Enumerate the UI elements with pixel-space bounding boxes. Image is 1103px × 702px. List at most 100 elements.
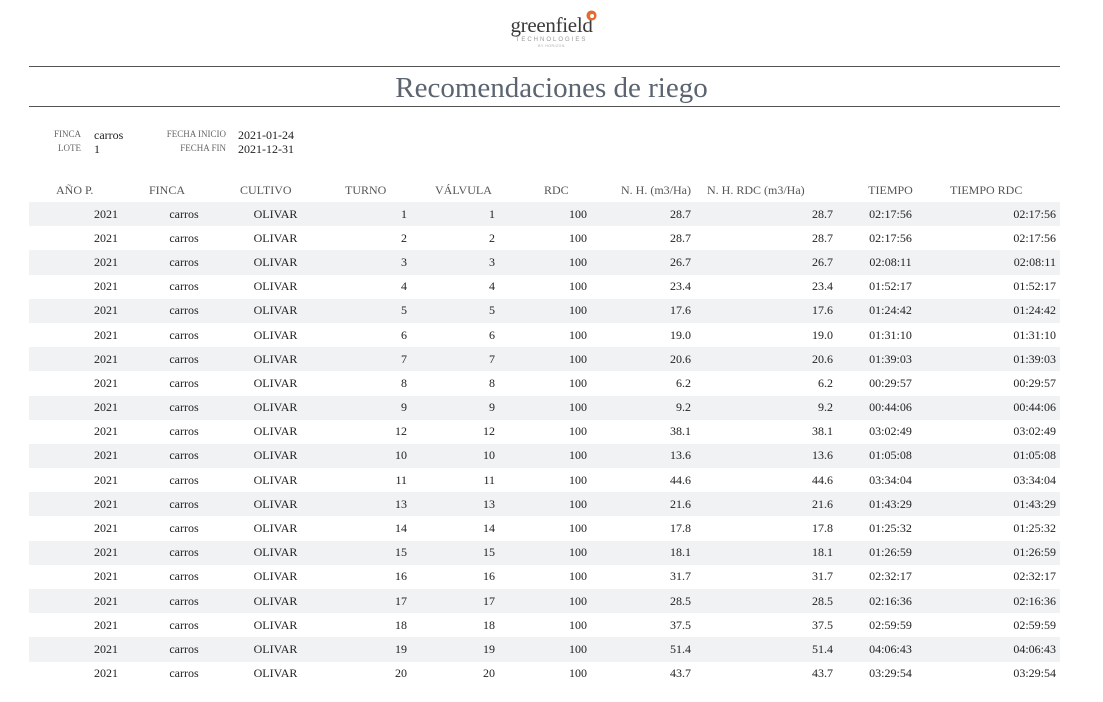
col-turno-cell: 15 bbox=[319, 540, 410, 565]
col-ano-cell: 2021 bbox=[29, 250, 121, 275]
col-tiempo-cell: 01:52:17 bbox=[869, 279, 912, 294]
col-valvula-cell: 8 bbox=[489, 375, 495, 390]
col-finca-cell: carros bbox=[169, 375, 199, 390]
col-finca-cell: carros bbox=[169, 472, 199, 487]
col-valvula-header: VÁLVULA bbox=[435, 182, 492, 197]
col-cultivo-cell: OLIVAR bbox=[253, 424, 298, 439]
col-finca-cell: carros bbox=[121, 202, 212, 227]
col-rdc-cell: 100 bbox=[515, 202, 599, 227]
col-tiempo-cell: 02:17:56 bbox=[843, 202, 938, 227]
table-row: 2021 carros OLIVAR 10 10 100 13.6 13.6 01:05:08 0… bbox=[29, 443, 1060, 469]
col-rdc-cell: 100 bbox=[515, 492, 599, 517]
logo-mark-icon bbox=[586, 10, 597, 21]
col-ano-cell: 2021 bbox=[94, 375, 118, 390]
table-row: 2021 carros OLIVAR 6 6 100 19.0 19.0 01:31:10 01:… bbox=[29, 323, 1060, 347]
table-row: 2021 carros OLIVAR 17 17 100 28.5 28.5 02:16:36 0… bbox=[29, 589, 1060, 614]
col-ano-cell: 2021 bbox=[29, 540, 121, 565]
col-valvula-cell: 17 bbox=[410, 589, 515, 614]
table-row: 2021 carros OLIVAR 18 18 100 37.5 37.5 02:59:59 0… bbox=[29, 613, 1060, 637]
col-tiempo-rdc-cell: 01:43:29 bbox=[938, 492, 1060, 517]
col-turno-cell: 10 bbox=[319, 443, 410, 469]
col-rdc-cell: 100 bbox=[515, 250, 599, 275]
col-nh-rdc-cell: 28.7 bbox=[812, 230, 833, 245]
col-tiempo-rdc-cell: 02:17:56 bbox=[1013, 230, 1056, 245]
col-rdc-cell: 100 bbox=[515, 540, 599, 565]
col-nh-rdc-cell: 26.7 bbox=[701, 250, 843, 275]
col-cultivo-cell: OLIVAR bbox=[212, 492, 319, 517]
col-rdc-cell: 100 bbox=[569, 424, 587, 439]
col-rdc-cell: 100 bbox=[515, 395, 599, 420]
header-bottom-divider bbox=[29, 106, 1060, 107]
col-ano-cell: 2021 bbox=[94, 279, 118, 294]
col-tiempo-rdc-header: TIEMPO RDC bbox=[950, 182, 1023, 197]
col-tiempo-rdc-cell: 03:29:54 bbox=[1013, 666, 1056, 681]
col-finca-cell: carros bbox=[169, 230, 199, 245]
col-nh-rdc-cell: 17.6 bbox=[701, 298, 843, 323]
col-tiempo-cell: 02:08:11 bbox=[843, 250, 938, 275]
col-rdc-cell: 100 bbox=[569, 375, 587, 390]
col-finca-cell: carros bbox=[169, 424, 199, 439]
col-finca-cell: carros bbox=[121, 540, 212, 565]
col-tiempo-rdc-cell: 02:32:17 bbox=[1013, 569, 1056, 584]
table-row: 2021 carros OLIVAR 8 8 100 6.2 6.2 00:29:57 00:29… bbox=[29, 371, 1060, 395]
col-cultivo-cell: OLIVAR bbox=[212, 202, 319, 227]
col-rdc-cell: 100 bbox=[569, 569, 587, 584]
col-valvula-cell: 19 bbox=[410, 637, 515, 662]
col-nh-cell: 44.6 bbox=[670, 472, 691, 487]
col-cultivo-cell: OLIVAR bbox=[253, 279, 298, 294]
table-row: 2021 carros OLIVAR 7 7 100 20.6 20.6 01:39:03 01:… bbox=[29, 347, 1060, 372]
col-finca-cell: carros bbox=[169, 569, 199, 584]
col-nh-cell: 31.7 bbox=[670, 569, 691, 584]
col-nh-cell: 20.6 bbox=[599, 347, 701, 372]
col-turno-cell: 19 bbox=[319, 637, 410, 662]
col-valvula-cell: 20 bbox=[483, 666, 495, 681]
col-valvula-cell: 1 bbox=[410, 202, 515, 227]
table-row: 2021 carros OLIVAR 2 2 100 28.7 28.7 02:17:56 02:… bbox=[29, 226, 1060, 250]
col-cultivo-cell: OLIVAR bbox=[212, 395, 319, 420]
col-turno-cell: 16 bbox=[395, 569, 407, 584]
col-nh-rdc-cell: 31.7 bbox=[812, 569, 833, 584]
col-ano-cell: 2021 bbox=[94, 666, 118, 681]
col-tiempo-rdc-cell: 03:02:49 bbox=[1013, 424, 1056, 439]
col-nh-cell: 21.6 bbox=[599, 492, 701, 517]
col-valvula-cell: 2 bbox=[489, 230, 495, 245]
col-ano-cell: 2021 bbox=[29, 395, 121, 420]
logo-tagline: BY HORIZON bbox=[538, 44, 565, 48]
table-row: 2021 carros OLIVAR 5 5 100 17.6 17.6 01:24:42 01:… bbox=[29, 298, 1060, 323]
col-rdc-cell: 100 bbox=[515, 637, 599, 662]
col-turno-cell: 4 bbox=[401, 279, 407, 294]
lote-value: 1 bbox=[94, 142, 100, 156]
table-row: 2021 carros OLIVAR 16 16 100 31.7 31.7 02:32:17 0… bbox=[29, 565, 1060, 589]
col-turno-cell: 17 bbox=[319, 589, 410, 614]
col-tiempo-rdc-cell: 01:39:03 bbox=[938, 347, 1060, 372]
col-nh-cell: 17.6 bbox=[599, 298, 701, 323]
col-ano-cell: 2021 bbox=[29, 202, 121, 227]
header-top-divider bbox=[29, 66, 1060, 67]
col-turno-header: TURNO bbox=[345, 182, 387, 197]
col-nh-rdc-cell: 20.6 bbox=[701, 347, 843, 372]
col-nh-rdc-cell: 23.4 bbox=[812, 279, 833, 294]
col-tiempo-rdc-cell: 02:16:36 bbox=[938, 589, 1060, 614]
col-tiempo-rdc-cell: 01:05:08 bbox=[938, 443, 1060, 469]
col-valvula-cell: 11 bbox=[483, 472, 495, 487]
col-tiempo-rdc-cell: 02:59:59 bbox=[1013, 617, 1056, 632]
col-nh-cell: 28.7 bbox=[599, 202, 701, 227]
col-ano-cell: 2021 bbox=[29, 443, 121, 469]
col-valvula-cell: 13 bbox=[410, 492, 515, 517]
col-turno-cell: 1 bbox=[319, 202, 410, 227]
col-nh-rdc-cell: 17.8 bbox=[812, 521, 833, 536]
col-nh-cell: 6.2 bbox=[676, 375, 691, 390]
table-body: 2021 carros OLIVAR 1 1 100 28.7 28.7 02:17:56 02:… bbox=[29, 202, 1060, 686]
col-tiempo-header: TIEMPO bbox=[868, 182, 913, 197]
col-nh-header: N. H. (m3/Ha) bbox=[621, 182, 691, 197]
col-turno-cell: 12 bbox=[395, 424, 407, 439]
col-valvula-cell: 3 bbox=[410, 250, 515, 275]
col-nh-cell: 13.6 bbox=[599, 443, 701, 469]
col-cultivo-cell: OLIVAR bbox=[253, 617, 298, 632]
col-tiempo-cell: 01:24:42 bbox=[843, 298, 938, 323]
col-nh-rdc-cell: 28.7 bbox=[701, 202, 843, 227]
col-ano-header: AÑO P. bbox=[56, 182, 94, 197]
col-nh-cell: 23.4 bbox=[670, 279, 691, 294]
col-turno-cell: 20 bbox=[395, 666, 407, 681]
col-ano-cell: 2021 bbox=[29, 492, 121, 517]
